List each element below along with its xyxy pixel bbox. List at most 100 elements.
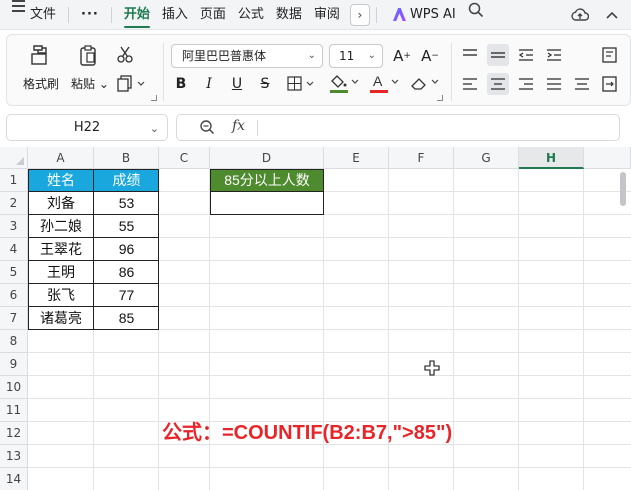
row-header-12[interactable]: 12 [0, 422, 28, 445]
row-header-14[interactable]: 14 [0, 468, 28, 490]
align-top-icon[interactable] [459, 44, 481, 66]
column-header-e[interactable]: E [324, 147, 389, 169]
vertical-scrollbar[interactable] [620, 172, 626, 206]
merge-cells-icon[interactable] [599, 73, 621, 95]
tab-insert[interactable]: 插入 [156, 0, 194, 30]
table-cell-name[interactable]: 王明 [28, 261, 94, 284]
row-header-2[interactable]: 2 [0, 192, 28, 215]
column-header-f[interactable]: F [389, 147, 454, 169]
tab-formula[interactable]: 公式 [232, 0, 270, 30]
row-header-5[interactable]: 5 [0, 261, 28, 284]
tab-data[interactable]: 数据 [270, 0, 308, 30]
more-tabs-button[interactable]: › [349, 3, 370, 26]
table-cell-score[interactable]: 86 [94, 261, 159, 284]
row-header-7[interactable]: 7 [0, 307, 28, 330]
table-cell-score[interactable]: 85 [94, 307, 159, 330]
table-cell-score[interactable]: 53 [94, 192, 159, 215]
underline-button[interactable]: U [227, 73, 247, 95]
table-cell-name[interactable]: 王翠花 [28, 238, 94, 261]
row-header-3[interactable]: 3 [0, 215, 28, 238]
paste-label[interactable]: 粘贴 ⌄ [71, 75, 109, 92]
font-size-value: 11 [339, 49, 355, 63]
formula-input[interactable]: fx [176, 114, 620, 141]
grow-font-button[interactable]: A + [391, 45, 413, 67]
column-header-b[interactable]: B [94, 147, 159, 169]
align-center-icon[interactable] [487, 73, 509, 95]
wps-ai-button[interactable]: WPS AI [387, 0, 462, 30]
borders-icon[interactable] [285, 73, 319, 95]
name-box[interactable]: H22 ⌄ [6, 114, 168, 141]
menu-file[interactable]: 文件 [24, 0, 62, 30]
table-cell-score[interactable]: 96 [94, 238, 159, 261]
tab-home[interactable]: 开始 [118, 0, 156, 30]
justify-icon[interactable] [543, 73, 565, 95]
chevron-down-icon[interactable]: ⌄ [150, 116, 159, 141]
wrap-text-icon[interactable] [599, 44, 621, 66]
insert-function-icon[interactable]: fx [232, 118, 245, 134]
row-header-4[interactable]: 4 [0, 238, 28, 261]
table-header-score[interactable]: 成绩 [94, 169, 159, 192]
menu-bar: 文件 ··· 开始 插入 页面 公式 数据 审阅 › WPS AI [0, 0, 631, 30]
font-dialog-launcher[interactable] [437, 95, 443, 101]
column-header-a[interactable]: A [28, 147, 94, 169]
table-border [158, 169, 159, 330]
search-icon[interactable] [462, 0, 490, 30]
formula-annotation: 公式：=COUNTIF(B2:B7,">85") [162, 422, 453, 444]
tab-page[interactable]: 页面 [194, 0, 232, 30]
name-box-value: H22 [73, 120, 101, 135]
grid-line [28, 375, 631, 376]
table-cell-score[interactable]: 55 [94, 215, 159, 238]
row-header-6[interactable]: 6 [0, 284, 28, 307]
format-painter-icon[interactable] [27, 43, 53, 67]
fill-color-icon[interactable] [327, 71, 363, 95]
column-header-h[interactable]: H [519, 147, 584, 169]
format-painter-label[interactable]: 格式刷 [23, 75, 59, 92]
font-color-icon[interactable]: A [367, 71, 403, 95]
tab-review[interactable]: 审阅 [308, 0, 346, 30]
align-right-icon[interactable] [515, 73, 537, 95]
copy-icon[interactable] [114, 73, 148, 93]
table-border [93, 169, 94, 330]
table-cell-name[interactable]: 刘备 [28, 192, 94, 215]
align-middle-icon[interactable] [487, 44, 509, 66]
decrease-indent-icon[interactable] [515, 44, 537, 66]
column-header-c[interactable]: C [159, 147, 210, 169]
paste-icon[interactable] [75, 43, 101, 67]
increase-indent-icon[interactable] [543, 44, 565, 66]
table-cell-name[interactable]: 诸葛亮 [28, 307, 94, 330]
distributed-align-icon[interactable] [571, 73, 593, 95]
cell-cursor-icon [424, 360, 440, 380]
column-header-d[interactable]: D [210, 147, 324, 169]
row-header-9[interactable]: 9 [0, 353, 28, 376]
table-cell-name[interactable]: 孙二娘 [28, 215, 94, 238]
align-left-icon[interactable] [459, 73, 481, 95]
table-cell-score[interactable]: 77 [94, 284, 159, 307]
hamburger-menu-icon[interactable] [6, 0, 25, 30]
cut-icon[interactable] [114, 44, 136, 64]
result-box-divider [210, 191, 324, 192]
select-all-corner[interactable] [0, 147, 28, 169]
row-header-1[interactable]: 1 [0, 169, 28, 192]
strikethrough-button[interactable]: S [255, 73, 275, 95]
font-size-select[interactable]: 11 ⌄ [329, 44, 383, 68]
column-header-g[interactable]: G [454, 147, 519, 169]
menu-more-icon[interactable]: ··· [75, 0, 105, 30]
bold-button[interactable]: B [171, 73, 191, 95]
table-header-name[interactable]: 姓名 [28, 169, 94, 192]
table-cell-name[interactable]: 张飞 [28, 284, 94, 307]
row-header-11[interactable]: 11 [0, 399, 28, 422]
clipboard-dialog-launcher[interactable] [151, 95, 157, 101]
ribbon-divider [451, 43, 452, 101]
ribbon-divider [163, 43, 164, 101]
shrink-font-button[interactable]: A − [419, 45, 441, 67]
cloud-sync-icon[interactable] [569, 4, 591, 26]
row-header-13[interactable]: 13 [0, 445, 28, 468]
italic-button[interactable]: I [199, 73, 219, 95]
row-header-8[interactable]: 8 [0, 330, 28, 353]
chevron-down-icon: ⌄ [307, 50, 316, 61]
zoom-formula-icon[interactable] [199, 119, 215, 139]
eraser-icon[interactable] [407, 71, 443, 95]
font-name-select[interactable]: 阿里巴巴普惠体 ⌄ [171, 44, 323, 68]
row-header-10[interactable]: 10 [0, 376, 28, 399]
collapse-ribbon-icon[interactable] [601, 4, 623, 26]
